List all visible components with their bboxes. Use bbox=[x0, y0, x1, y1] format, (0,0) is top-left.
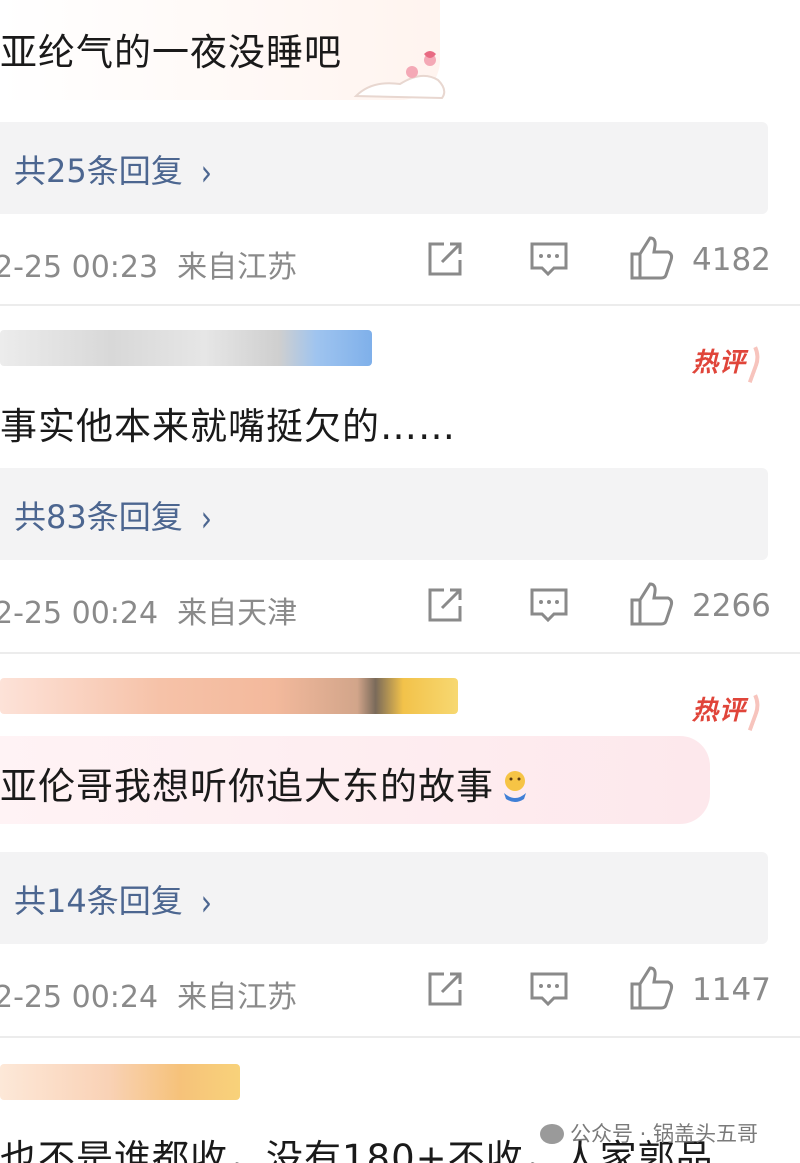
chevron-right-icon: › bbox=[200, 497, 212, 540]
divider bbox=[0, 304, 800, 306]
view-replies-link[interactable]: 共83条回复 › bbox=[14, 492, 212, 540]
hot-comment-badge: 热评 bbox=[692, 690, 746, 727]
reply-count-label: 共83条回复 bbox=[14, 498, 183, 536]
share-icon[interactable] bbox=[424, 238, 466, 280]
comment-location: 来自天津 bbox=[177, 596, 298, 631]
watermark-text: 公众号 · 锅盖头五哥 bbox=[570, 1122, 759, 1146]
comment-timestamp: 2-25 00:24 来自江苏 bbox=[0, 980, 298, 1015]
like-count: 1147 bbox=[692, 972, 771, 1008]
reply-box[interactable]: 共25条回复 › bbox=[0, 122, 768, 214]
reply-box[interactable]: 共83条回复 › bbox=[0, 468, 768, 560]
share-icon[interactable] bbox=[424, 968, 466, 1010]
comment-text: 亚伦哥我想听你追大东的故事 bbox=[0, 756, 532, 810]
comment-text: 事实他本来就嘴挺欠的…… bbox=[0, 405, 456, 448]
wechat-icon bbox=[540, 1124, 564, 1144]
comment-meta-row: 2-25 00:24 来自天津 2266 bbox=[0, 578, 800, 638]
divider bbox=[0, 652, 800, 654]
share-icon[interactable] bbox=[424, 584, 466, 626]
reply-box[interactable]: 共14条回复 › bbox=[0, 852, 768, 944]
comment-icon[interactable] bbox=[528, 238, 570, 280]
thumbs-up-icon[interactable] bbox=[628, 234, 676, 282]
blurred-username[interactable] bbox=[0, 1064, 240, 1100]
view-replies-link[interactable]: 共14条回复 › bbox=[14, 876, 212, 924]
thumbs-up-icon[interactable] bbox=[628, 580, 676, 628]
reply-count-label: 共25条回复 bbox=[14, 152, 183, 190]
comment-meta-row: 2-25 00:23 来自江苏 4182 bbox=[0, 232, 800, 292]
reply-count-label: 共14条回复 bbox=[14, 882, 183, 920]
hot-comment-badge: 热评 bbox=[692, 342, 746, 379]
comment-text: 亚纶气的一夜没睡吧 bbox=[0, 31, 342, 74]
chevron-right-icon: › bbox=[200, 881, 212, 924]
hugging-emoji-icon bbox=[504, 771, 526, 802]
chevron-right-icon: › bbox=[200, 151, 212, 194]
comment-icon[interactable] bbox=[528, 968, 570, 1010]
like-count: 2266 bbox=[692, 588, 771, 624]
divider bbox=[0, 1036, 800, 1038]
view-replies-link[interactable]: 共25条回复 › bbox=[14, 146, 212, 194]
blurred-username[interactable] bbox=[0, 678, 458, 714]
cat-sticker-icon bbox=[353, 51, 446, 100]
comment-location: 来自江苏 bbox=[177, 250, 298, 285]
comment-icon[interactable] bbox=[528, 584, 570, 626]
comment-timestamp: 2-25 00:23 来自江苏 bbox=[0, 250, 298, 285]
watermark: 公众号 · 锅盖头五哥 bbox=[540, 1118, 758, 1148]
comment-meta-row: 2-25 00:24 来自江苏 1147 bbox=[0, 962, 800, 1022]
comment-timestamp: 2-25 00:24 来自天津 bbox=[0, 596, 298, 631]
blurred-username[interactable] bbox=[0, 330, 372, 366]
comment-location: 来自江苏 bbox=[177, 980, 298, 1015]
thumbs-up-icon[interactable] bbox=[628, 964, 676, 1012]
like-count: 4182 bbox=[692, 242, 771, 278]
